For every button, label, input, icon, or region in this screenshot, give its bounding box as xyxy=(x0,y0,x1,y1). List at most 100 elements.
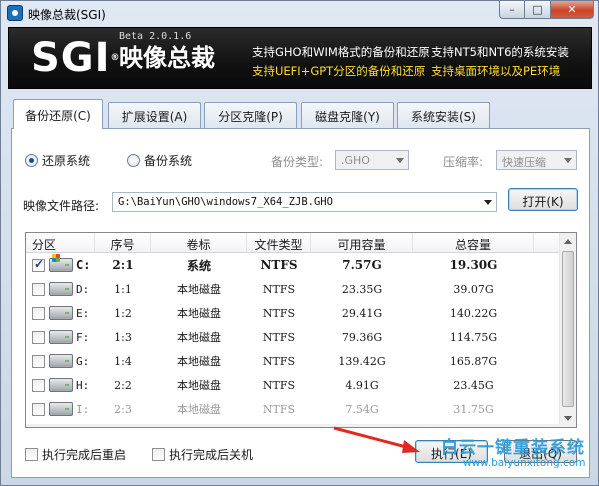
logo-text: SGI xyxy=(31,35,111,81)
app-icon xyxy=(7,5,23,21)
table-row[interactable]: C: 2:1 系统 NTFS 7.57G 19.30G xyxy=(26,253,560,277)
partition-cell: C: xyxy=(26,254,95,272)
window-title: 映像总裁(SGI) xyxy=(28,8,106,22)
close-button[interactable]: ✕ xyxy=(551,1,594,19)
backup-type-select[interactable]: .GHO xyxy=(335,150,409,170)
table-body: C: 2:1 系统 NTFS 7.57G 19.30G D: 1:1 本地磁盘 NTFS 23.35… xyxy=(26,253,560,421)
free-space-cell: 4.91G xyxy=(345,378,379,392)
checkbox-box xyxy=(25,448,38,461)
total-size-cell: 19.30G xyxy=(449,258,498,272)
scrollbar-thumb[interactable] xyxy=(562,251,574,407)
index-cell: 2:3 xyxy=(114,402,132,416)
index-cell: 1:3 xyxy=(114,330,132,344)
drive-letter: E: xyxy=(76,306,90,320)
column-header[interactable]: 卷标 xyxy=(151,233,247,253)
free-space-cell: 79.36G xyxy=(341,330,383,344)
column-header[interactable]: 总容量 xyxy=(413,233,534,253)
index-cell: 2:2 xyxy=(114,378,132,392)
annotation-arrow-icon xyxy=(333,426,420,453)
arrow-shaft xyxy=(333,426,411,450)
free-space-cell: 139.42G xyxy=(338,354,386,368)
row-checkbox[interactable] xyxy=(32,330,45,344)
system-drive-icon xyxy=(49,254,73,272)
horizontal-scrollbar[interactable] xyxy=(26,424,560,427)
compression-value: 快速压缩 xyxy=(502,156,546,169)
hard-drive-icon xyxy=(49,402,73,416)
vertical-scrollbar[interactable] xyxy=(559,233,576,427)
row-checkbox[interactable] xyxy=(32,282,45,296)
index-cell: 2:1 xyxy=(112,258,134,272)
compression-select[interactable]: 快速压缩 xyxy=(496,150,577,170)
minimize-button[interactable]: – xyxy=(499,1,525,19)
tab-extended-settings[interactable]: 扩展设置(A) xyxy=(108,102,201,128)
feature-text: 支持NT5和NT6的系统安装 xyxy=(431,45,569,59)
drive-letter: I: xyxy=(76,402,90,416)
compression-label: 压缩率: xyxy=(443,155,484,169)
free-space-cell: 23.35G xyxy=(341,282,383,296)
restore-system-radio[interactable]: 还原系统 xyxy=(25,152,90,169)
tab-backup-restore[interactable]: 备份还原(C) xyxy=(13,99,103,129)
backup-type-value: .GHO xyxy=(341,154,370,167)
header-banner: SGI® Beta 2.0.1.6 映像总裁 支持GHO和WIM格式的备份和还原… xyxy=(8,27,592,89)
tab-system-install[interactable]: 系统安装(S) xyxy=(397,102,490,128)
table-row[interactable]: I: 2:3 本地磁盘 NTFS 7.54G 31.75G xyxy=(26,397,560,421)
total-size-cell: 39.07G xyxy=(453,282,494,296)
drive-letter: G: xyxy=(76,354,90,368)
row-checkbox[interactable] xyxy=(32,402,45,416)
sgi-logo: SGI® xyxy=(31,36,121,80)
partition-cell: E: xyxy=(26,306,95,320)
row-checkbox[interactable] xyxy=(32,378,45,392)
feature-text-highlight: 支持桌面环境以及PE环境 xyxy=(431,64,561,78)
reboot-after-checkbox[interactable]: 执行完成后重启 xyxy=(25,446,126,463)
filesystem-cell: NTFS xyxy=(262,378,296,392)
row-checkbox[interactable] xyxy=(32,257,45,272)
filesystem-cell: NTFS xyxy=(262,306,296,320)
row-checkbox[interactable] xyxy=(32,306,45,320)
maximize-button[interactable]: □ xyxy=(525,1,551,19)
volume-label-cell: 本地磁盘 xyxy=(177,403,221,416)
index-cell: 1:4 xyxy=(114,354,132,368)
column-header[interactable]: 可用容量 xyxy=(311,233,413,253)
scroll-down-arrow-icon[interactable] xyxy=(560,410,576,426)
window-controls: – □ ✕ xyxy=(499,1,594,19)
row-checkbox[interactable] xyxy=(32,354,45,368)
total-size-cell: 23.45G xyxy=(453,378,494,392)
free-space-cell: 29.41G xyxy=(341,306,383,320)
radio-indicator-selected xyxy=(25,154,38,167)
scroll-up-arrow-icon[interactable] xyxy=(560,233,576,249)
column-header[interactable]: 序号 xyxy=(95,233,151,253)
arrow-head xyxy=(402,440,420,453)
image-path-input[interactable]: G:\BaiYun\GHO\windows7_X64_ZJB.GHO xyxy=(112,192,497,212)
title-bar[interactable]: 映像总裁(SGI) – □ ✕ xyxy=(1,1,598,25)
volume-label-cell: 本地磁盘 xyxy=(177,355,221,368)
chevron-down-icon xyxy=(484,200,492,205)
tab-partition-clone[interactable]: 分区克隆(P) xyxy=(204,102,297,128)
table-row[interactable]: F: 1:3 本地磁盘 NTFS 79.36G 114.75G xyxy=(26,325,560,349)
hard-drive-icon xyxy=(49,306,73,320)
open-button[interactable]: 打开(K) xyxy=(508,188,578,211)
volume-label-cell: 本地磁盘 xyxy=(177,283,221,296)
hard-drive-icon xyxy=(49,282,73,296)
chevron-down-icon xyxy=(564,158,572,163)
table-row[interactable]: D: 1:1 本地磁盘 NTFS 23.35G 39.07G xyxy=(26,277,560,301)
table-row[interactable]: H: 2:2 本地磁盘 NTFS 4.91G 23.45G xyxy=(26,373,560,397)
column-header[interactable]: 分区 xyxy=(26,233,95,253)
column-header[interactable]: 文件类型 xyxy=(247,233,311,253)
table-row[interactable]: G: 1:4 本地磁盘 NTFS 139.42G 165.87G xyxy=(26,349,560,373)
image-path-label: 映像文件路径: xyxy=(23,199,100,213)
backup-restore-panel: 还原系统 备份系统 备份类型: .GHO 压缩率: 快速压缩 映像文件路径: G… xyxy=(11,128,590,478)
backup-system-radio[interactable]: 备份系统 xyxy=(127,152,192,169)
shutdown-after-checkbox[interactable]: 执行完成后关机 xyxy=(152,446,253,463)
checkbox-box xyxy=(152,448,165,461)
table-row[interactable]: E: 1:2 本地磁盘 NTFS 29.41G 140.22G xyxy=(26,301,560,325)
volume-label-cell: 本地磁盘 xyxy=(177,379,221,392)
tab-disk-clone[interactable]: 磁盘克隆(Y) xyxy=(301,102,394,128)
feature-text: 支持GHO和WIM格式的备份和还原 xyxy=(252,45,430,59)
total-size-cell: 140.22G xyxy=(449,306,498,320)
chevron-down-icon xyxy=(396,158,404,163)
reboot-after-label: 执行完成后重启 xyxy=(42,448,127,462)
total-size-cell: 165.87G xyxy=(449,354,498,368)
version-label: Beta 2.0.1.6 xyxy=(119,31,192,42)
drive-letter: F: xyxy=(76,330,90,344)
table-header: 分区 序号 卷标 文件类型 可用容量 总容量 xyxy=(26,233,560,253)
